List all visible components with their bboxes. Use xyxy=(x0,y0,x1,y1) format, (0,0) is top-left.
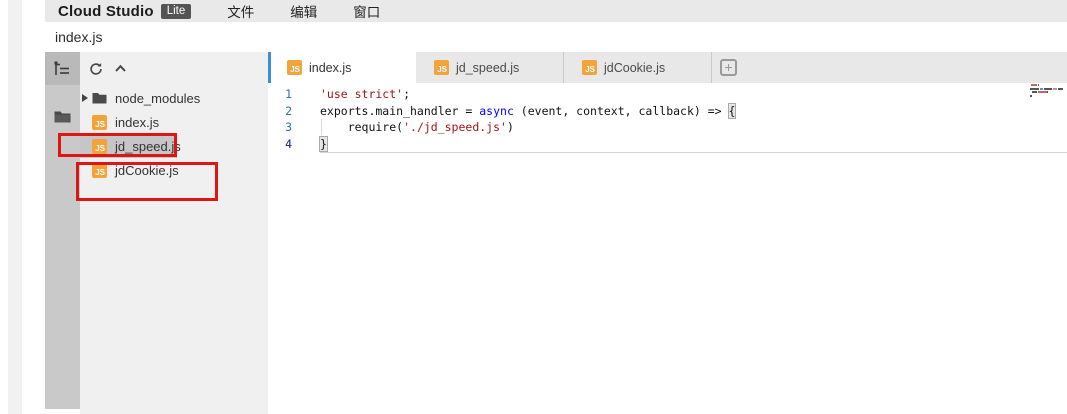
refresh-icon xyxy=(89,62,103,76)
explorer-tree-button[interactable] xyxy=(45,52,80,85)
menubar: Cloud Studio Lite 文件 编辑 窗口 xyxy=(45,0,1067,22)
lite-badge: Lite xyxy=(161,4,192,19)
tree-item-jd-speed-js[interactable]: JS jd_speed.js xyxy=(80,134,268,158)
js-file-icon: JS xyxy=(92,163,107,178)
chevron-up-icon xyxy=(114,63,127,74)
js-file-icon: JS xyxy=(92,115,107,130)
js-file-icon: JS xyxy=(287,60,302,75)
tree-item-label: jd_speed.js xyxy=(115,139,181,154)
active-file-title: index.js xyxy=(55,29,102,45)
tab-jd-speed-js[interactable]: JS jd_speed.js xyxy=(416,52,564,83)
code-line-text: } xyxy=(320,136,327,153)
outline-tree-icon xyxy=(54,61,71,76)
code-line-text: 'use strict'; xyxy=(320,86,410,103)
tree-item-index-js[interactable]: JS index.js xyxy=(80,110,268,134)
line-number: 2 xyxy=(268,103,292,120)
line-number: 1 xyxy=(268,86,292,103)
sidebar-toolbar xyxy=(80,52,268,85)
editor: JS index.js JS jd_speed.js JS jdCookie.j… xyxy=(268,52,1067,414)
folder-icon xyxy=(92,92,107,104)
tab-bar: JS index.js JS jd_speed.js JS jdCookie.j… xyxy=(268,52,1067,83)
code-line[interactable]: 4 } xyxy=(268,136,1067,153)
cloud-studio-app: Cloud Studio Lite 文件 编辑 窗口 index.js xyxy=(0,0,1067,414)
refresh-button[interactable] xyxy=(89,62,103,76)
collapse-all-button[interactable] xyxy=(114,63,127,74)
titlebar: index.js xyxy=(45,22,1067,52)
menu-item-edit[interactable]: 编辑 xyxy=(290,1,317,21)
code-area[interactable]: 1 'use strict'; 2 exports.main_handler =… xyxy=(268,83,1067,152)
line-number: 4 xyxy=(268,136,292,153)
tab-jdcookie-js[interactable]: JS jdCookie.js xyxy=(564,52,712,83)
folder-panel-button[interactable] xyxy=(45,103,80,129)
app-logo: Cloud Studio xyxy=(58,3,154,20)
menu-item-window[interactable]: 窗口 xyxy=(353,1,380,21)
js-file-icon: JS xyxy=(582,60,597,75)
code-line[interactable]: 3 require('./jd_speed.js') xyxy=(268,119,1067,136)
line-number: 3 xyxy=(268,119,292,136)
folder-icon xyxy=(54,110,71,123)
activity-bar xyxy=(45,52,80,409)
indent-guide xyxy=(321,119,322,135)
expand-arrow-icon[interactable] xyxy=(82,94,92,102)
menu-item-file[interactable]: 文件 xyxy=(227,1,254,21)
js-file-icon: JS xyxy=(434,60,449,75)
code-line-text: exports.main_handler = async (event, con… xyxy=(320,103,735,120)
tree-item-label: index.js xyxy=(115,115,159,130)
tab-index-js[interactable]: JS index.js xyxy=(268,52,416,83)
minimap[interactable] xyxy=(1030,84,1066,102)
page-gutter-strip xyxy=(8,0,22,414)
tree-item-label: jdCookie.js xyxy=(115,163,179,178)
code-line[interactable]: 1 'use strict'; xyxy=(268,86,1067,103)
js-file-icon: JS xyxy=(92,139,107,154)
current-line-highlight xyxy=(320,152,1067,153)
new-tab-button[interactable] xyxy=(720,59,737,76)
code-line[interactable]: 2 exports.main_handler = async (event, c… xyxy=(268,103,1067,120)
file-tree: node_modules JS index.js JS jd_speed.js … xyxy=(80,86,268,182)
sidebar: node_modules JS index.js JS jd_speed.js … xyxy=(80,52,268,414)
tree-item-node-modules[interactable]: node_modules xyxy=(80,86,268,110)
code-line-text: require('./jd_speed.js') xyxy=(320,119,514,136)
tree-item-jdcookie-js[interactable]: JS jdCookie.js xyxy=(80,158,268,182)
tree-item-label: node_modules xyxy=(115,91,200,106)
